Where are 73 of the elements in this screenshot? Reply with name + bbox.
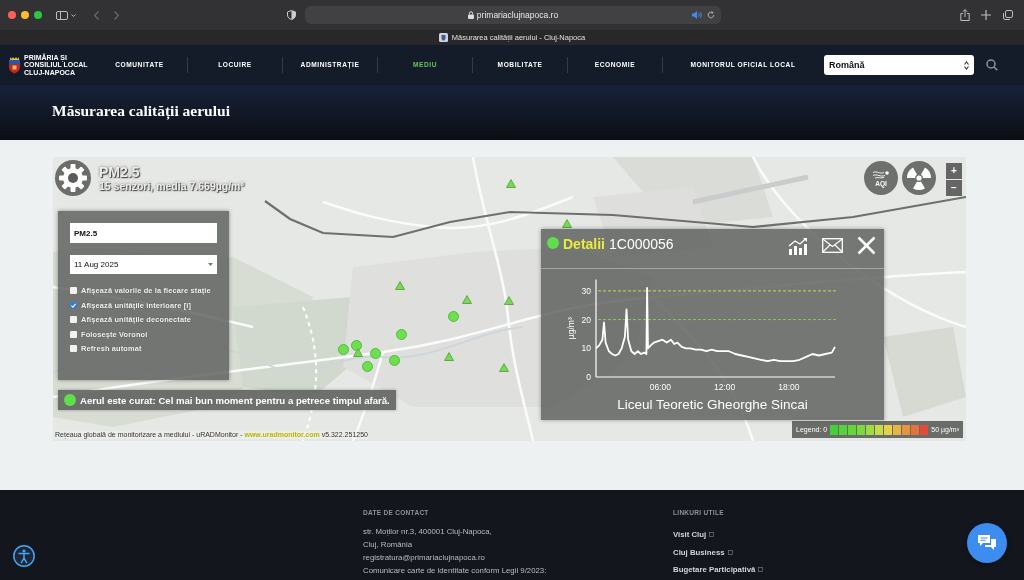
close-icon[interactable] (857, 236, 876, 255)
date-select[interactable]: 11 Aug 2025 (70, 255, 217, 274)
y-tick-label: 0 (586, 372, 591, 382)
x-tick-label: 06:00 (649, 382, 671, 392)
y-tick-label: 20 (581, 314, 591, 325)
wind-icon (872, 169, 890, 179)
y-tick-label: 10 (581, 343, 591, 354)
sensor-id: 1C000056 (609, 235, 674, 253)
checkbox[interactable] (70, 345, 77, 352)
accessibility-icon[interactable] (13, 545, 35, 567)
zoom-in-button[interactable]: + (946, 163, 962, 179)
sensor-dot-icon[interactable] (337, 343, 349, 355)
status-dot-icon (547, 237, 559, 249)
pollutant-field[interactable]: PM2.5 (70, 223, 217, 243)
sensor-dot-icon[interactable] (447, 310, 459, 322)
sensor-dot-icon[interactable] (388, 354, 400, 366)
sensor-triangle-icon[interactable] (562, 218, 572, 228)
address-field[interactable]: primariaclujnapoca.ro (305, 6, 721, 24)
window-minimize-icon[interactable] (21, 11, 29, 19)
zoom-out-button[interactable]: − (946, 180, 962, 196)
page-title: Măsurarea calității aerului (52, 101, 230, 120)
sensor-dot-icon[interactable] (395, 328, 407, 340)
radiation-icon[interactable] (902, 161, 936, 195)
y-tick-label: 30 (581, 285, 591, 296)
status-dot-icon (64, 394, 76, 406)
external-link-icon (758, 567, 764, 573)
axis-title: µg/m³ (566, 317, 576, 340)
select-arrows-icon (964, 60, 969, 70)
language-select[interactable]: Română (824, 55, 974, 75)
details-heading: Detalii (563, 235, 605, 253)
sensor-triangle-icon[interactable] (395, 280, 405, 290)
sensor-summary: 15 senzori, media 7.669µg/m³ (99, 180, 244, 192)
sensor-triangle-icon[interactable] (462, 294, 472, 304)
window-close-icon[interactable] (8, 11, 16, 19)
sensor-triangle-icon[interactable] (506, 178, 516, 188)
search-icon[interactable] (986, 59, 998, 71)
share-icon[interactable] (960, 9, 970, 21)
chat-bubbles-icon (977, 534, 997, 552)
checkbox[interactable] (70, 316, 77, 323)
pollutant-title: PM2.5 (99, 165, 140, 180)
forward-icon[interactable] (114, 10, 119, 20)
checkbox[interactable] (70, 287, 77, 294)
external-link-icon (709, 532, 715, 538)
plus-icon[interactable] (981, 10, 991, 20)
status-message: Aerul este curat: Cel mai bun moment pentru a petrece timpul afară. (80, 394, 390, 406)
sensor-triangle-icon[interactable] (499, 362, 509, 372)
external-link-icon (727, 549, 733, 555)
chart-icon[interactable] (788, 236, 808, 255)
speaker-icon[interactable] (692, 11, 702, 19)
settings-icon[interactable] (55, 160, 91, 196)
reload-icon[interactable] (707, 11, 715, 19)
sensor-dot-icon[interactable] (350, 339, 362, 351)
sensor-dot-icon[interactable] (369, 347, 381, 359)
sensor-triangle-icon[interactable] (444, 351, 454, 361)
chevron-down-icon[interactable] (71, 13, 76, 17)
lock-icon (467, 11, 474, 19)
station-name: Liceul Teoretic Gheorghe Sincai (617, 397, 808, 413)
x-tick-label: 18:00 (778, 382, 800, 392)
mail-icon[interactable] (822, 238, 843, 253)
x-tick-label: 12:00 (713, 382, 736, 392)
tab-overview-icon[interactable] (1003, 10, 1013, 20)
back-icon[interactable] (94, 10, 99, 20)
site-favicon-icon (438, 33, 448, 42)
shield-icon[interactable] (287, 10, 296, 20)
caret-icon (208, 263, 213, 266)
sensor-triangle-icon[interactable] (353, 347, 363, 357)
crest-icon[interactable] (8, 56, 21, 74)
checkbox[interactable] (70, 301, 77, 309)
sensor-triangle-icon[interactable] (504, 295, 514, 305)
checkbox[interactable] (70, 330, 77, 338)
window-zoom-icon[interactable] (34, 11, 42, 19)
sensor-dot-icon[interactable] (361, 360, 373, 372)
sidebar-icon[interactable] (56, 10, 68, 20)
